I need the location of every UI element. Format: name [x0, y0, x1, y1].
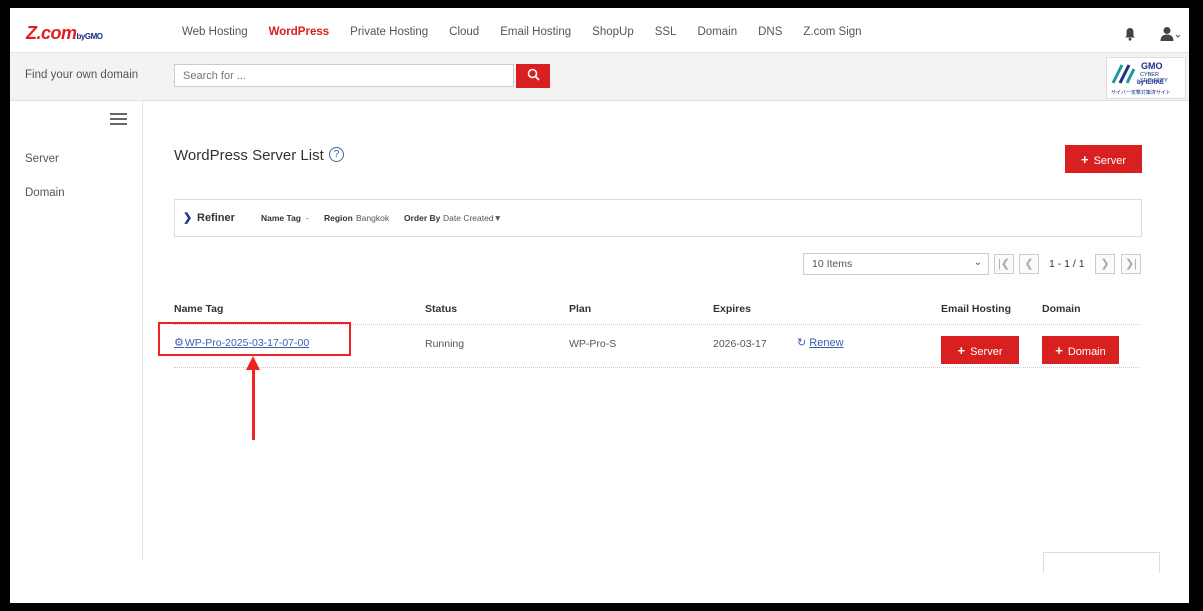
footer-box [1043, 552, 1160, 573]
server-plan: WP-Pro-S [569, 338, 617, 350]
header-domain: Domain [1042, 303, 1081, 315]
renew-label: Renew [809, 337, 844, 349]
server-expires: 2026-03-17 [713, 338, 767, 350]
email-add-server-button[interactable]: + Server [941, 336, 1019, 364]
domain-button-label: Domain [1067, 345, 1106, 358]
find-domain-label: Find your own domain [25, 69, 139, 81]
filter-name-tag-label: Name Tag [261, 213, 301, 223]
last-page-icon[interactable]: ❯| [1121, 254, 1141, 274]
bell-icon[interactable] [1123, 27, 1137, 41]
next-page-icon[interactable]: ❯ [1095, 254, 1115, 274]
prev-page-icon[interactable]: ❮ [1019, 254, 1039, 274]
header-plan: Plan [569, 303, 592, 315]
header-expires: Expires [713, 303, 751, 315]
logo-by: by [76, 32, 86, 41]
logo-text: Z.com [26, 23, 77, 43]
search-button[interactable] [516, 64, 550, 88]
refiner-title[interactable]: Refiner [197, 212, 235, 224]
items-per-page-value: 10 Items [812, 258, 853, 270]
user-icon[interactable] [1160, 26, 1182, 42]
refiner-panel[interactable]: ❯ Refiner Name Tag - Region Bangkok Orde… [174, 199, 1142, 237]
nav-private-hosting[interactable]: Private Hosting [350, 26, 428, 38]
server-status: Running [425, 338, 465, 350]
first-page-icon[interactable]: |❮ [994, 254, 1014, 274]
help-icon[interactable]: ? [329, 147, 344, 162]
add-domain-button[interactable]: + Domain [1042, 336, 1119, 364]
header-status: Status [425, 303, 458, 315]
sidebar-item-server[interactable]: Server [25, 153, 59, 165]
chevron-down-icon: ⌄ [973, 257, 982, 268]
main-nav: Web Hosting WordPress Private Hosting Cl… [182, 26, 883, 38]
badge-line2: by IERAE [1137, 80, 1165, 86]
nav-zcom-sign[interactable]: Z.com Sign [803, 26, 861, 38]
plus-icon: + [1081, 151, 1089, 167]
gmo-cyber-security-badge: GMO CYBER SECURITY by IERAE サイバー攻撃対策済サイト [1106, 57, 1186, 99]
page-title: WordPress Server List [174, 147, 324, 164]
nav-domain[interactable]: Domain [697, 26, 737, 38]
security-logo-icon [1111, 64, 1135, 84]
filter-order-label: Order By [404, 213, 441, 223]
renew-link[interactable]: ↻ Renew [797, 336, 844, 349]
app-frame: Z.combyGMO Web Hosting WordPress Private… [10, 8, 1189, 603]
nav-ssl[interactable]: SSL [655, 26, 677, 38]
header-name-tag: Name Tag [174, 303, 224, 315]
filter-order-value[interactable]: Date Created▼ [443, 213, 502, 223]
top-nav: Z.combyGMO Web Hosting WordPress Private… [10, 8, 1189, 53]
annotation-arrow-line [252, 368, 255, 440]
add-server-label: Server [1093, 154, 1126, 167]
chevron-right-icon[interactable]: ❯ [183, 211, 192, 224]
badge-gmo: GMO [1141, 61, 1163, 71]
nav-shopup[interactable]: ShopUp [592, 26, 634, 38]
zcom-logo[interactable]: Z.combyGMO [26, 23, 103, 44]
filter-region-label: Region [324, 213, 353, 223]
sidebar: Server Domain [10, 101, 143, 561]
renew-icon: ↻ [797, 337, 807, 349]
search-bar: Find your own domain GMO CYBER SECURITY … [10, 53, 1189, 101]
plus-icon: + [957, 342, 966, 358]
header-email-hosting: Email Hosting [941, 303, 1012, 315]
nav-dns[interactable]: DNS [758, 26, 782, 38]
filter-region-value: Bangkok [356, 213, 390, 223]
badge-line3: サイバー攻撃対策済サイト [1111, 90, 1171, 96]
page-info: 1 - 1 / 1 [1049, 258, 1085, 270]
sidebar-item-domain[interactable]: Domain [25, 187, 65, 199]
email-server-label: Server [970, 345, 1003, 358]
nav-email-hosting[interactable]: Email Hosting [500, 26, 571, 38]
domain-search-input[interactable] [174, 64, 514, 87]
highlight-box [158, 322, 351, 356]
row-divider [174, 367, 1140, 368]
add-server-button[interactable]: + Server [1065, 145, 1142, 173]
nav-web-hosting[interactable]: Web Hosting [182, 26, 248, 38]
nav-cloud[interactable]: Cloud [449, 26, 479, 38]
plus-icon: + [1055, 342, 1063, 358]
nav-wordpress[interactable]: WordPress [269, 26, 330, 38]
hamburger-icon[interactable] [110, 113, 127, 125]
items-per-page-select[interactable]: 10 Items ⌄ [803, 253, 989, 275]
filter-name-tag-value: - [306, 213, 309, 223]
search-icon [527, 68, 540, 81]
logo-gmo: GMO [84, 32, 103, 41]
